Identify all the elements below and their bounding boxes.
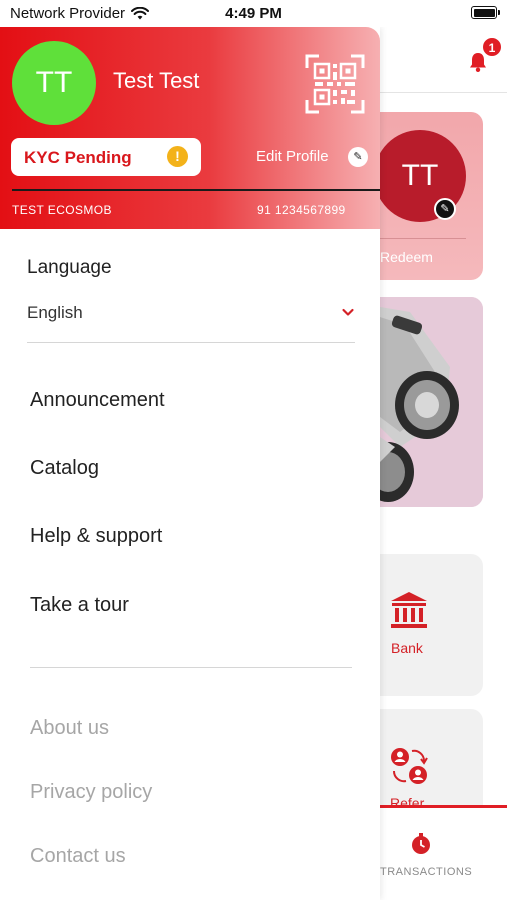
bottom-tab-bar: TRANSACTIONS xyxy=(380,805,507,900)
kyc-status-badge[interactable]: KYC Pending ! xyxy=(11,138,201,176)
bank-label: Bank xyxy=(391,640,423,656)
drawer-header: TT Test Test KYC Pending ! Edit Profile … xyxy=(0,27,380,229)
card-divider xyxy=(380,238,466,239)
link-about-us[interactable]: About us xyxy=(30,717,109,740)
bank-card[interactable]: Bank xyxy=(380,554,483,696)
notification-badge: 1 xyxy=(482,37,502,57)
link-privacy-policy[interactable]: Privacy policy xyxy=(30,781,152,804)
menu-divider xyxy=(30,667,352,668)
transactions-tab-label[interactable]: TRANSACTIONS xyxy=(380,866,472,878)
redeem-label[interactable]: Redeem xyxy=(380,249,433,265)
battery-icon xyxy=(471,6,500,19)
qr-code-icon[interactable] xyxy=(305,54,365,114)
edit-avatar-icon[interactable]: ✎ xyxy=(434,198,456,220)
refer-icon xyxy=(391,748,428,784)
kyc-status-text: KYC Pending xyxy=(24,148,132,167)
company-name: TEST ECOSMOB xyxy=(12,203,112,217)
avatar[interactable]: TT xyxy=(12,41,96,125)
menu-item-take-a-tour[interactable]: Take a tour xyxy=(30,594,129,617)
menu-item-catalog[interactable]: Catalog xyxy=(30,457,99,480)
language-value: English xyxy=(27,303,83,322)
product-image xyxy=(380,297,483,507)
refer-card[interactable]: Refer xyxy=(380,709,483,819)
language-select[interactable]: English xyxy=(27,297,355,343)
product-banner[interactable] xyxy=(380,297,483,507)
pencil-icon[interactable]: ✎ xyxy=(348,147,368,167)
menu-item-help-support[interactable]: Help & support xyxy=(30,525,162,548)
bank-icon xyxy=(391,592,427,628)
phone-number: 91 1234567899 xyxy=(257,203,346,217)
warning-icon: ! xyxy=(167,146,188,167)
profile-summary-card[interactable]: TT ✎ Redeem xyxy=(380,112,483,280)
chevron-down-icon xyxy=(342,308,354,316)
status-time: 4:49 PM xyxy=(225,5,282,22)
menu-item-announcement[interactable]: Announcement xyxy=(30,389,165,412)
status-bar: Network Provider 4:49 PM xyxy=(0,0,507,27)
header-divider xyxy=(12,189,380,191)
user-name: Test Test xyxy=(113,68,200,93)
transactions-tab-icon[interactable] xyxy=(410,832,432,856)
edit-profile-link[interactable]: Edit Profile xyxy=(256,148,329,165)
link-contact-us[interactable]: Contact us xyxy=(30,845,126,868)
language-label: Language xyxy=(27,257,112,278)
side-drawer: TT Test Test KYC Pending ! Edit Profile … xyxy=(0,27,380,900)
